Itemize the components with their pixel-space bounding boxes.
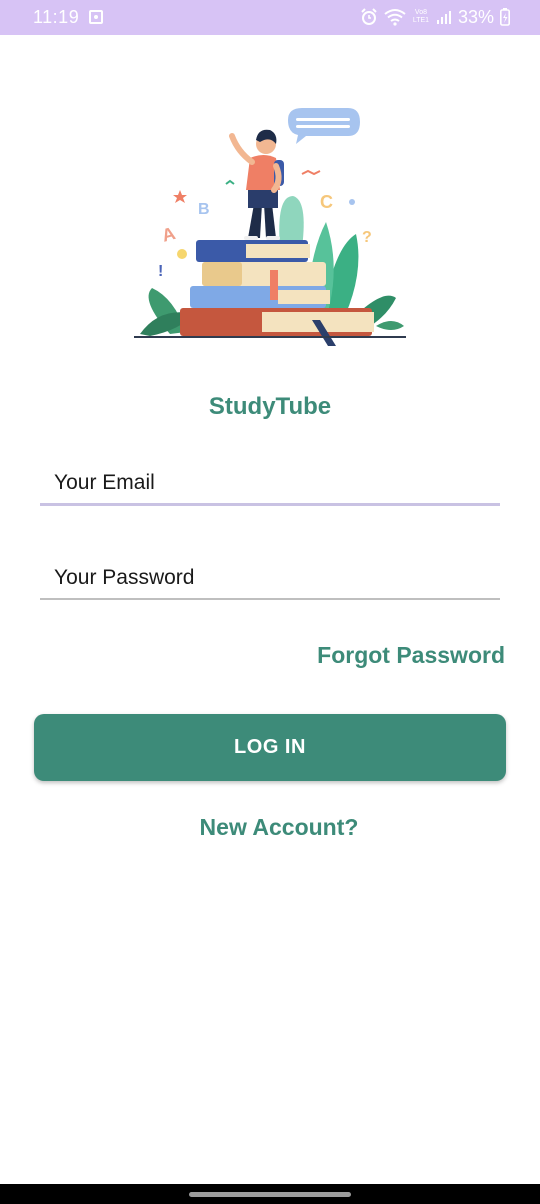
svg-text:?: ? — [362, 229, 372, 246]
alarm-icon — [361, 8, 377, 25]
svg-text:A: A — [160, 223, 178, 246]
battery-percent: 33% — [457, 6, 494, 27]
email-input[interactable] — [40, 463, 500, 503]
battery-charging-icon — [500, 8, 510, 26]
new-account-link[interactable]: New Account? — [0, 814, 540, 841]
network-type-label: Vo8 LTE1 — [412, 9, 430, 24]
forgot-password-link[interactable]: Forgot Password — [317, 642, 505, 669]
status-time: 11:19 — [33, 7, 80, 27]
signal-icon — [436, 11, 451, 24]
email-underline — [40, 503, 500, 506]
wifi-icon — [384, 9, 406, 26]
password-input[interactable] — [40, 558, 500, 598]
navigation-bar — [0, 1184, 540, 1204]
student-figure-icon — [229, 129, 284, 240]
login-button[interactable]: LOG IN — [34, 714, 506, 781]
speech-bubble-icon — [288, 108, 360, 144]
study-illustration: B A C ? ! — [134, 108, 406, 346]
svg-text:!: ! — [158, 263, 163, 280]
password-underline — [40, 598, 500, 600]
email-field-container — [40, 463, 500, 506]
status-icons: Vo8 LTE1 33% — [360, 6, 510, 28]
status-bar: 11:19 Vo8 LTE1 33% — [0, 0, 540, 35]
app-title: StudyTube — [208, 393, 332, 420]
svg-text:B: B — [198, 201, 210, 218]
password-field-container — [40, 558, 500, 600]
notification-icon — [89, 10, 103, 24]
home-gesture-handle[interactable] — [189, 1192, 351, 1197]
svg-text:C: C — [320, 192, 333, 212]
